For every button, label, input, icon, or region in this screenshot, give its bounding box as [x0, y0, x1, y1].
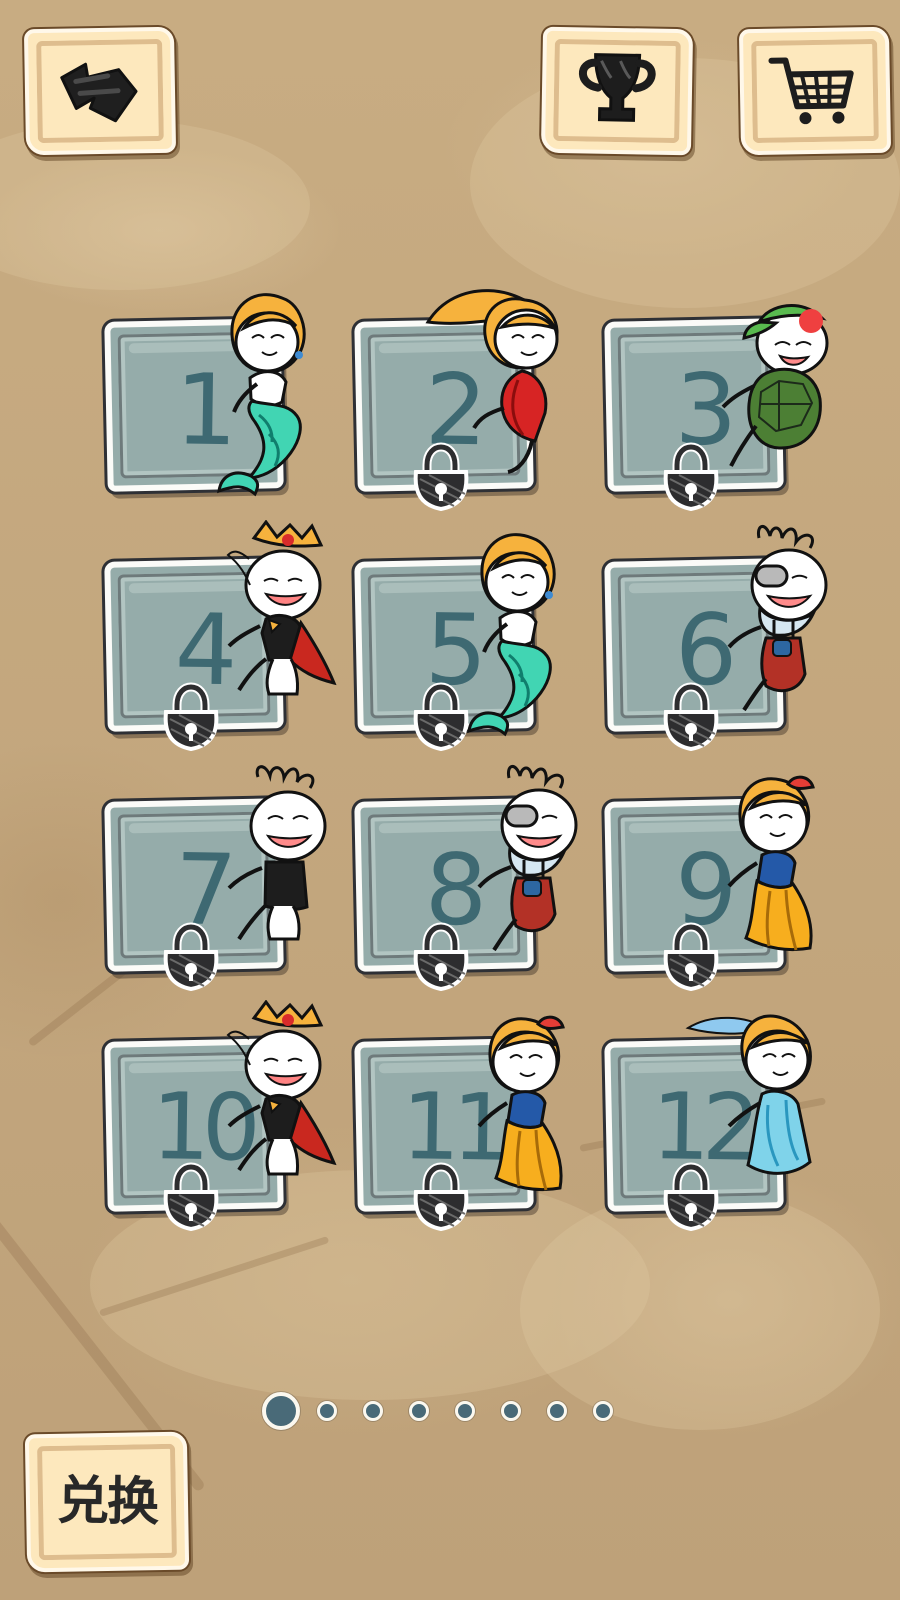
lock-icon	[663, 922, 719, 992]
lock-icon	[663, 1162, 719, 1232]
page-dot-3[interactable]	[363, 1401, 383, 1421]
level-card-2[interactable]: 2	[350, 286, 590, 512]
page-dot-8[interactable]	[593, 1401, 613, 1421]
page-dot-6[interactable]	[501, 1401, 521, 1421]
lock-icon	[413, 922, 469, 992]
level-card-3[interactable]: 3	[600, 286, 840, 512]
back-icon	[60, 62, 138, 123]
page-dot-4[interactable]	[409, 1401, 429, 1421]
level-card-5[interactable]: 5	[350, 526, 590, 752]
level-card-6[interactable]: 6	[600, 525, 840, 752]
lock-icon	[413, 442, 469, 512]
lock-icon	[663, 682, 719, 752]
page-dot-5[interactable]	[455, 1401, 475, 1421]
page-dot-7[interactable]	[547, 1401, 567, 1421]
lock-icon	[413, 682, 469, 752]
redeem-label: 兑换	[56, 1471, 158, 1533]
lock-icon	[413, 1162, 469, 1232]
level-card-9[interactable]: 9	[600, 766, 840, 992]
shop-button[interactable]	[738, 26, 892, 156]
level-card-8[interactable]: 8	[350, 765, 590, 992]
cart-icon	[768, 57, 854, 125]
redeem-button[interactable]: 兑换	[24, 1431, 190, 1573]
level-card-10[interactable]: 10	[100, 1000, 340, 1232]
lock-icon	[163, 1162, 219, 1232]
lock-icon	[163, 922, 219, 992]
level-card-7[interactable]: 7	[100, 765, 340, 992]
mermaid-character	[217, 293, 306, 497]
level-card-12[interactable]: 12	[600, 1006, 840, 1232]
page-dot-1[interactable]	[262, 1392, 300, 1430]
back-button[interactable]	[23, 26, 177, 156]
lock-icon	[163, 682, 219, 752]
level-card-4[interactable]: 4	[100, 520, 340, 752]
page-dot-2[interactable]	[317, 1401, 337, 1421]
trophy-icon	[578, 53, 656, 122]
level-card-11[interactable]: 11	[350, 1006, 590, 1232]
lock-icon	[663, 442, 719, 512]
page-indicator	[262, 1392, 632, 1432]
level-card-1[interactable]: 1	[100, 286, 340, 506]
level-grid: 1 2 3 4 5 6 7 8 9 10 11 12	[100, 286, 840, 1246]
achievements-button[interactable]	[540, 26, 694, 156]
